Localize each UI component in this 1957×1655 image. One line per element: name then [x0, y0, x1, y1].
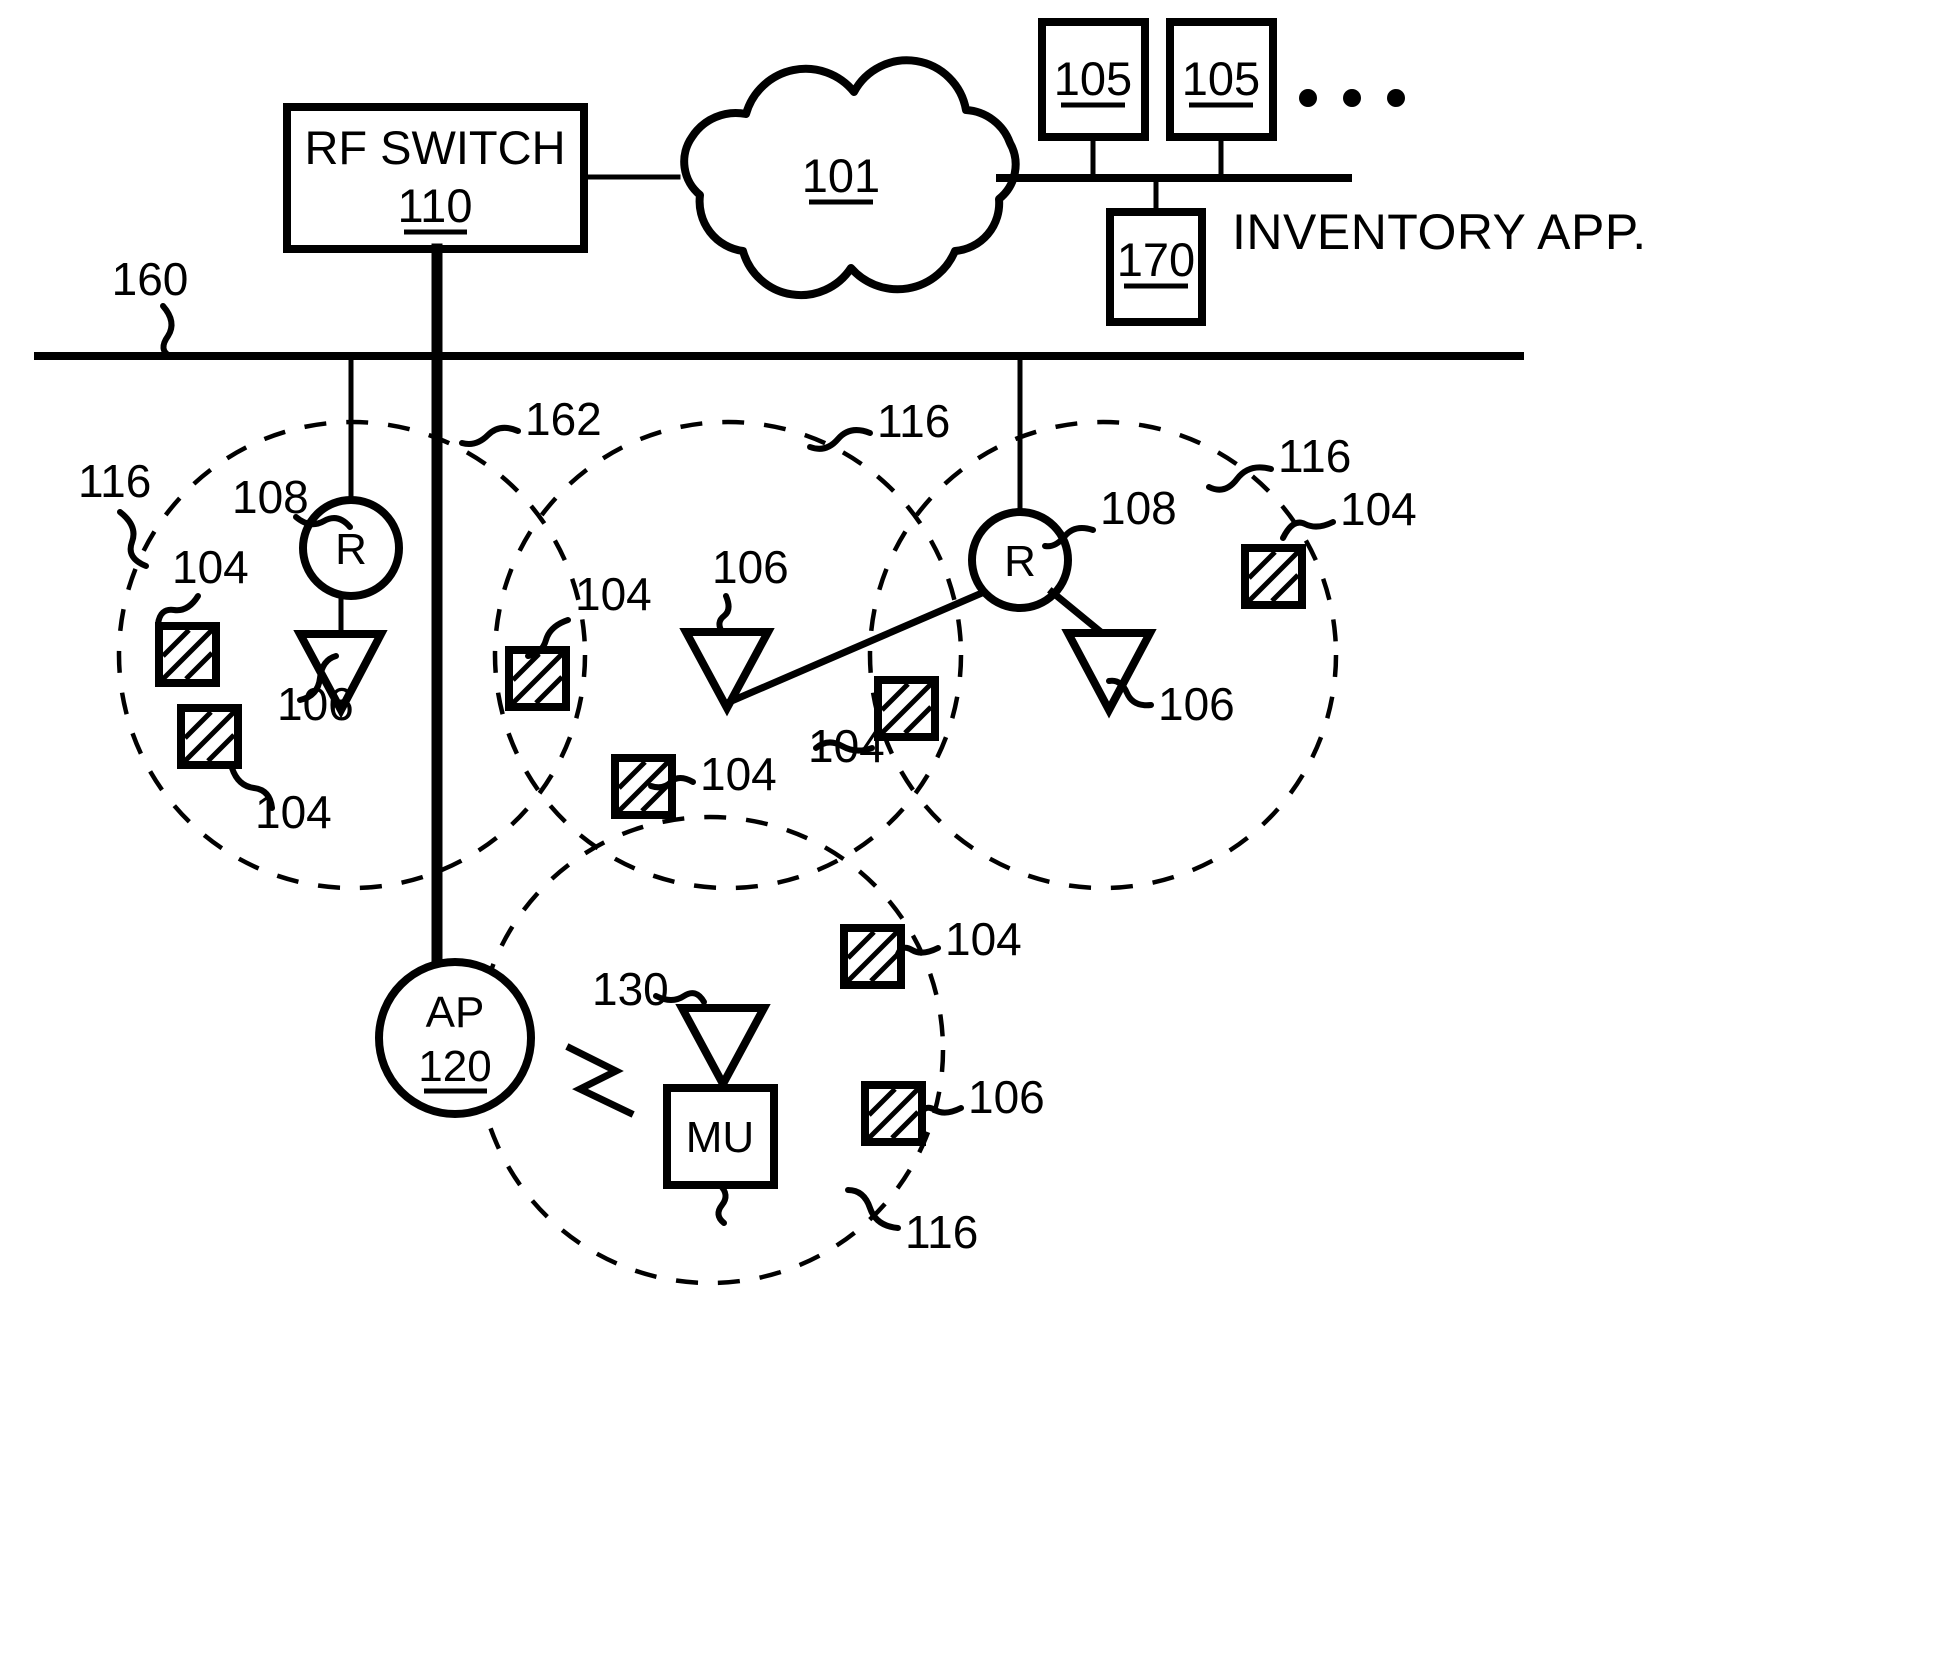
- reader-left-label: R: [335, 525, 367, 574]
- callout-104-l1-leader: [155, 593, 201, 627]
- callout-116-bottom-label: 116: [905, 1206, 978, 1258]
- callout-104-r1-leader: [1280, 519, 1336, 541]
- callout-108-right-label: 108: [1100, 482, 1177, 534]
- antenna-mobile-unit: [675, 1004, 771, 1093]
- server-node-a[interactable]: 105: [1038, 18, 1149, 181]
- mobile-unit-node[interactable]: MU: [663, 1004, 778, 1189]
- access-point-label: AP: [426, 988, 485, 1037]
- server-node-b[interactable]: 105: [1166, 18, 1277, 181]
- callout-106-mid-label: 106: [712, 541, 789, 593]
- reader-right-antenna-cable: [1047, 587, 1107, 638]
- rf-switch-node[interactable]: RF SWITCH 110: [283, 103, 588, 253]
- tag-bottom-lower[interactable]: [861, 1081, 926, 1146]
- callout-116-left-leader: [117, 509, 149, 569]
- server-b-ref: 105: [1182, 52, 1260, 105]
- callout-116-bottom-leader: [845, 1187, 901, 1231]
- cloud-ref: 101: [802, 149, 880, 202]
- callout-116-left-label: 116: [78, 455, 151, 507]
- tag-left-lower[interactable]: [177, 704, 242, 769]
- rf-switch-ref: 110: [398, 179, 473, 232]
- reader-right-label: R: [1004, 537, 1036, 586]
- link-antenna-mid-to-reader-right: [722, 575, 1017, 708]
- tag-right[interactable]: [1241, 544, 1306, 609]
- callout-104-m1-label: 104: [575, 568, 652, 620]
- network-cloud-node[interactable]: 101: [680, 56, 1020, 299]
- callout-162-label: 162: [525, 393, 602, 445]
- inventory-host-node[interactable]: 170: [1106, 175, 1206, 326]
- wireless-link-icon: [565, 1043, 635, 1118]
- callout-104-m2-label: 104: [700, 748, 777, 800]
- callout-162-leader: [459, 424, 521, 447]
- mobile-unit-label: MU: [686, 1113, 754, 1162]
- callout-106-mu-label: 130: [592, 963, 669, 1015]
- patent-figure-root: RF SWITCH 110 101 105 105 170 INVENTORY …: [0, 0, 1957, 1655]
- callout-160-leader: [160, 303, 175, 359]
- callout-116-mid-label: 116: [877, 395, 950, 447]
- server-a-ref: 105: [1054, 52, 1132, 105]
- antenna-right: [1061, 629, 1157, 719]
- tag-mid-left[interactable]: [505, 646, 570, 711]
- access-point-node[interactable]: AP 120: [375, 958, 535, 1118]
- callout-104-b1-label: 104: [945, 913, 1022, 965]
- callout-104-r1-label: 104: [1340, 483, 1417, 535]
- antenna-middle: [679, 628, 775, 717]
- callout-106-mid-leader: [716, 593, 732, 635]
- servers-ellipsis: [1299, 89, 1405, 107]
- callout-130-leader: [715, 1182, 729, 1226]
- network-topology-diagram: RF SWITCH 110 101 105 105 170 INVENTORY …: [34, 18, 1647, 1286]
- callout-116-right-label: 116: [1278, 430, 1351, 482]
- callout-104-b2-leader: [918, 1104, 964, 1117]
- access-point-ref: 120: [418, 1042, 491, 1091]
- reader-left-node[interactable]: R: [299, 496, 403, 600]
- inventory-app-label: INVENTORY APP.: [1232, 204, 1647, 260]
- tag-bottom-upper[interactable]: [840, 924, 905, 989]
- tag-mid-right[interactable]: [874, 676, 939, 741]
- callout-106-right-label: 106: [1158, 678, 1235, 730]
- tag-left-upper[interactable]: [155, 622, 220, 687]
- inventory-host-ref: 170: [1117, 233, 1195, 286]
- callout-160-label: 160: [112, 253, 189, 305]
- rf-switch-label: RF SWITCH: [304, 121, 565, 174]
- callout-104-b2-label: 106: [968, 1071, 1045, 1123]
- callout-104-l1-label: 104: [172, 541, 249, 593]
